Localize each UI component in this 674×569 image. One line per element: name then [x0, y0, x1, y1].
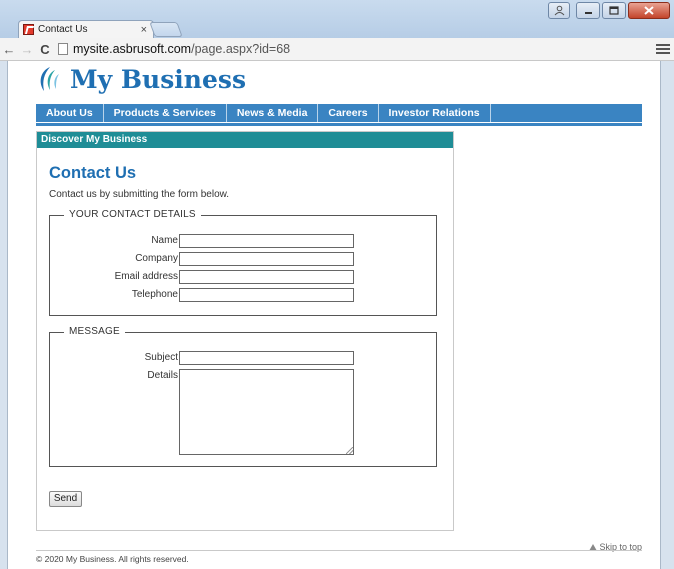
- nav-item-careers[interactable]: Careers: [318, 104, 379, 122]
- subject-label: Subject: [144, 352, 178, 363]
- address-bar[interactable]: mysite.asbrusoft.com/page.aspx?id=68: [73, 42, 656, 56]
- email-input[interactable]: [179, 270, 354, 284]
- company-label: Company: [135, 253, 178, 264]
- nav-underline: [36, 123, 642, 126]
- menu-icon[interactable]: [656, 44, 670, 54]
- close-tab-icon[interactable]: ×: [141, 24, 147, 36]
- telephone-input[interactable]: [179, 288, 354, 302]
- panel-header: Discover My Business: [37, 132, 453, 148]
- forward-arrow-icon[interactable]: →: [18, 42, 36, 57]
- window-controls: [548, 2, 670, 19]
- subject-row: Subject: [50, 351, 438, 365]
- send-button[interactable]: Send: [49, 491, 82, 507]
- main-nav: About Us Products & Services News & Medi…: [36, 104, 642, 122]
- company-row: Company: [50, 252, 438, 266]
- nav-item-investor-relations[interactable]: Investor Relations: [379, 104, 491, 122]
- url-path: /page.aspx?id=68: [191, 42, 291, 56]
- details-textarea[interactable]: [179, 369, 354, 455]
- name-row: Name: [50, 234, 438, 248]
- window-border-left: [0, 61, 8, 569]
- nav-item-products-services[interactable]: Products & Services: [104, 104, 227, 122]
- details-label: Details: [147, 370, 178, 381]
- content-panel: Discover My Business Contact Us Contact …: [36, 131, 454, 531]
- message-legend: MESSAGE: [64, 326, 125, 337]
- reload-icon[interactable]: C: [36, 42, 54, 57]
- browser-toolbar: ← → C mysite.asbrusoft.com/page.aspx?id=…: [0, 38, 674, 61]
- email-label: Email address: [114, 271, 178, 282]
- contact-details-legend: YOUR CONTACT DETAILS: [64, 209, 201, 220]
- name-input[interactable]: [179, 234, 354, 248]
- browser-tab[interactable]: Contact Us ×: [18, 20, 154, 38]
- logo-text: My Business: [70, 64, 247, 94]
- resize-grip-icon[interactable]: [346, 447, 353, 454]
- logo-swoosh-icon: [34, 65, 62, 93]
- page-title: Contact Us: [49, 164, 137, 182]
- site-logo[interactable]: My Business: [34, 64, 246, 94]
- close-window-button[interactable]: [628, 2, 670, 19]
- user-profile-icon[interactable]: [548, 2, 570, 19]
- back-arrow-icon[interactable]: ←: [0, 42, 18, 57]
- nav-item-about-us[interactable]: About Us: [36, 104, 104, 122]
- message-fieldset: MESSAGE Subject Details: [49, 326, 438, 467]
- page-icon: [58, 43, 68, 55]
- maximize-button[interactable]: [602, 2, 626, 19]
- name-label: Name: [151, 235, 178, 246]
- minimize-button[interactable]: [576, 2, 600, 19]
- nav-item-news-media[interactable]: News & Media: [227, 104, 319, 122]
- browser-titlebar: Contact Us ×: [0, 0, 674, 38]
- company-input[interactable]: [179, 252, 354, 266]
- details-row: Details: [50, 369, 438, 455]
- contact-details-fieldset: YOUR CONTACT DETAILS Name Company Email …: [49, 209, 438, 316]
- telephone-row: Telephone: [50, 288, 438, 302]
- email-row: Email address: [50, 270, 438, 284]
- window-border-right: [660, 61, 674, 569]
- intro-text: Contact us by submitting the form below.: [49, 189, 230, 200]
- new-tab-button[interactable]: [149, 22, 183, 37]
- telephone-label: Telephone: [131, 289, 178, 300]
- footer-copyright: © 2020 My Business. All rights reserved.: [36, 554, 189, 564]
- tab-title: Contact Us: [38, 24, 88, 35]
- url-host: mysite.asbrusoft.com: [73, 42, 192, 56]
- subject-input[interactable]: [179, 351, 354, 365]
- site-favicon-icon: [23, 24, 34, 35]
- footer-divider: [36, 550, 642, 551]
